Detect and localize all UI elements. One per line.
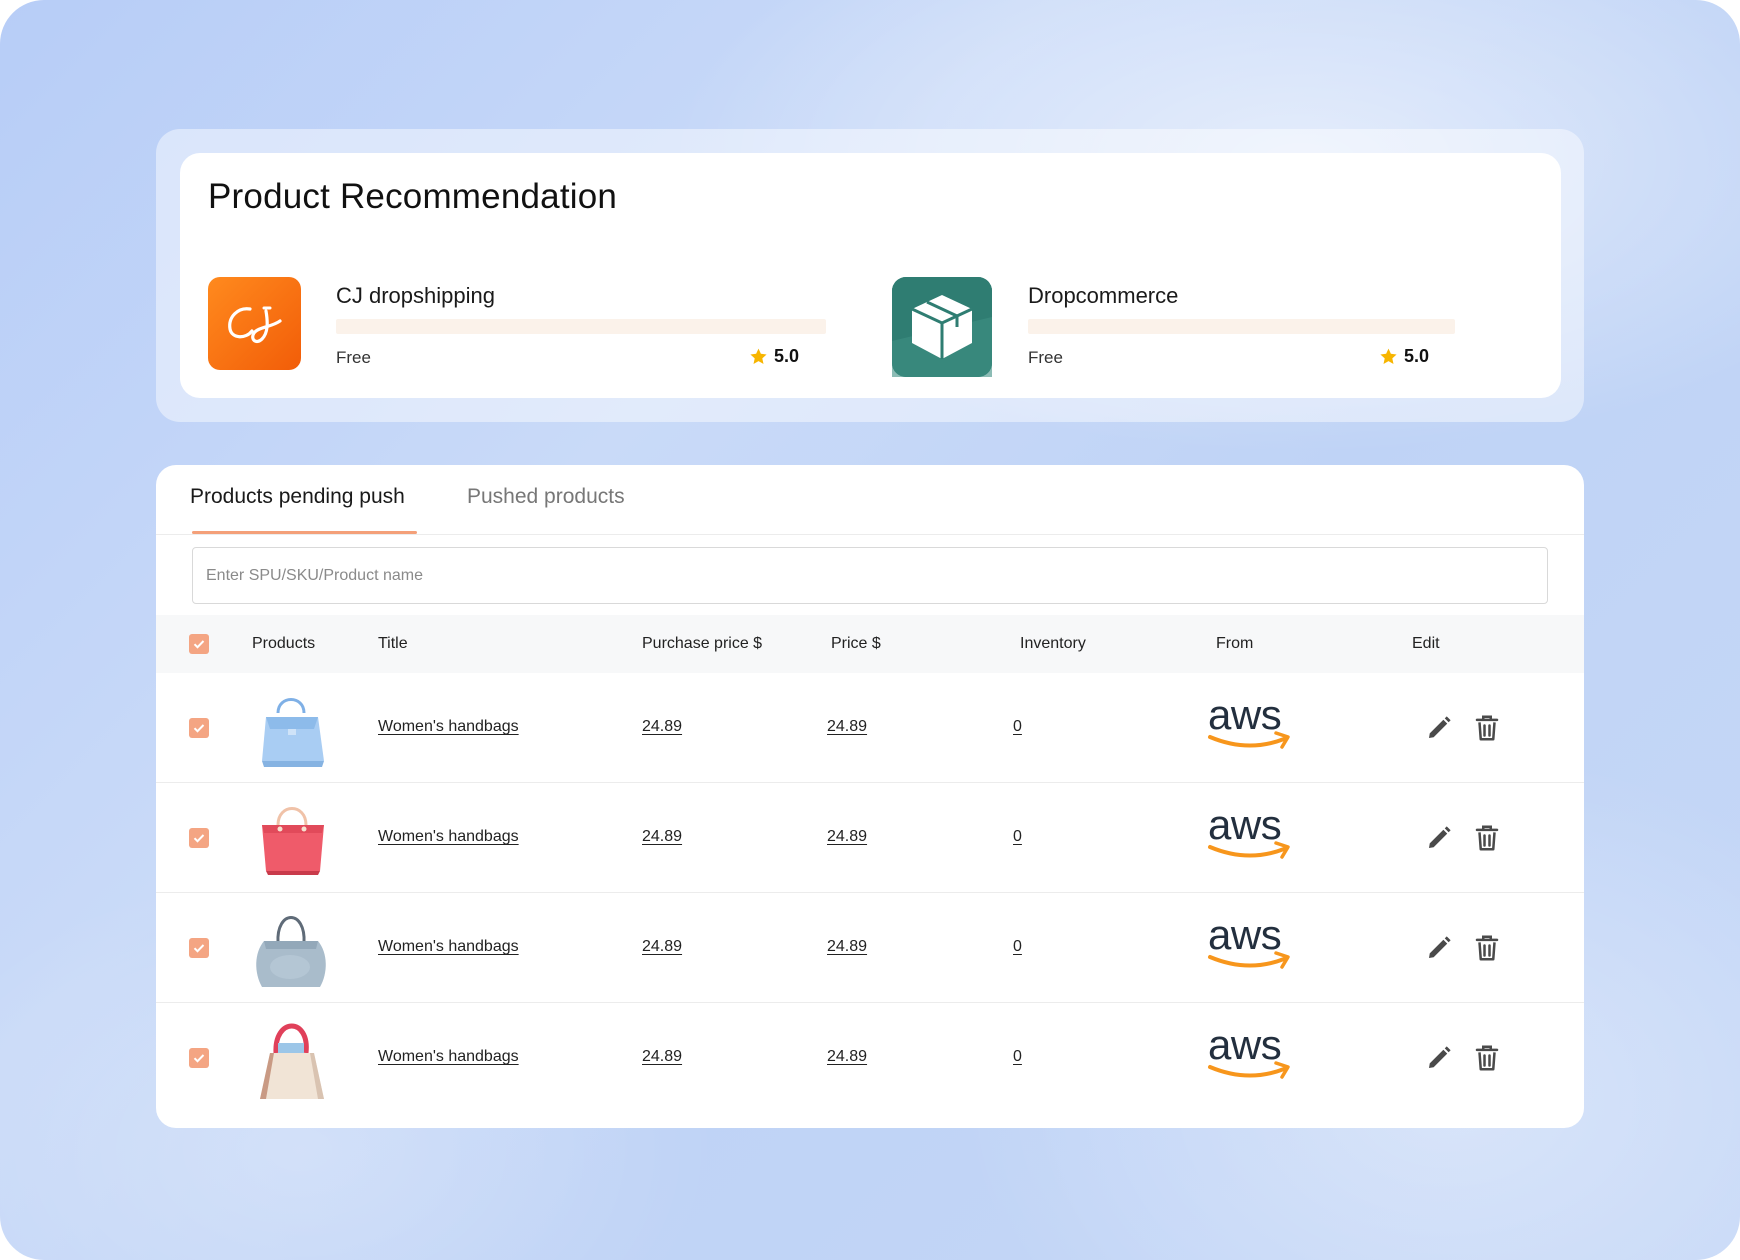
row-checkbox[interactable]: [189, 718, 209, 738]
edit-icon[interactable]: [1424, 1043, 1454, 1073]
purchase-price-value[interactable]: 24.89: [642, 938, 682, 956]
cj-dropshipping-logo: [208, 277, 301, 370]
products-card: Products pending push Pushed products Pr…: [156, 465, 1584, 1128]
column-header-from: From: [1216, 635, 1254, 652]
star-icon: [750, 348, 767, 364]
app-price: Free: [336, 348, 371, 367]
recommendation-card: Product Recommendation CJ dropshipping F…: [180, 153, 1561, 398]
tab-pushed-products[interactable]: Pushed products: [467, 485, 625, 509]
price-value[interactable]: 24.89: [827, 1048, 867, 1066]
column-header-title: Title: [378, 635, 408, 652]
app-rating: 5.0: [749, 346, 799, 367]
delete-icon[interactable]: [1472, 933, 1502, 963]
table-row: Women's handbags 24.89 24.89 0 aws: [156, 1003, 1584, 1113]
aws-logo: aws: [1208, 1025, 1290, 1079]
app-rating-value: 5.0: [774, 346, 800, 366]
star-icon: [1380, 348, 1397, 364]
table-header: Products Title Purchase price $ Price $ …: [156, 615, 1584, 673]
app-progress-bar: [1028, 319, 1455, 334]
column-header-purchase-price: Purchase price $: [642, 635, 763, 652]
check-icon: [193, 834, 205, 843]
check-icon: [193, 944, 205, 953]
inventory-value[interactable]: 0: [1013, 828, 1022, 846]
app-rating-value: 5.0: [1404, 346, 1430, 366]
blue-handbag-image: [262, 698, 324, 767]
price-value[interactable]: 24.89: [827, 718, 867, 736]
inventory-value[interactable]: 0: [1013, 938, 1022, 956]
app-price: Free: [1028, 348, 1063, 367]
aws-logo: aws: [1208, 695, 1290, 749]
edit-icon[interactable]: [1424, 933, 1454, 963]
delete-icon[interactable]: [1472, 1043, 1502, 1073]
tab-products-pending-push[interactable]: Products pending push: [190, 485, 405, 509]
row-checkbox[interactable]: [189, 828, 209, 848]
product-title-link[interactable]: Women's handbags: [378, 718, 519, 736]
edit-icon[interactable]: [1424, 823, 1454, 853]
delete-icon[interactable]: [1472, 713, 1502, 743]
app-card-cj-dropshipping[interactable]: CJ dropshipping Free 5.0: [208, 277, 828, 377]
grey-handbag-image: [256, 916, 326, 987]
app-progress-bar: [336, 319, 826, 334]
column-header-products: Products: [252, 635, 316, 652]
purchase-price-value[interactable]: 24.89: [642, 1048, 682, 1066]
page-title: Product Recommendation: [208, 177, 618, 216]
check-icon: [193, 724, 205, 733]
edit-icon[interactable]: [1424, 713, 1454, 743]
delete-icon[interactable]: [1472, 823, 1502, 853]
red-handbag-image: [262, 807, 324, 875]
column-header-price: Price $: [831, 635, 881, 652]
background: Product Recommendation CJ dropshipping F…: [0, 0, 1740, 1260]
beige-handbag-image: [260, 1023, 324, 1099]
aws-logo: aws: [1208, 915, 1290, 969]
check-icon: [193, 640, 205, 649]
table-row: Women's handbags 24.89 24.89 0 aws: [156, 783, 1584, 893]
price-value[interactable]: 24.89: [827, 828, 867, 846]
aws-logo-text: aws: [1208, 1025, 1281, 1068]
aws-logo-text: aws: [1208, 695, 1281, 738]
app-rating: 5.0: [1379, 346, 1429, 367]
table-row: Women's handbags 24.89 24.89 0 aws: [156, 673, 1584, 783]
product-title-link[interactable]: Women's handbags: [378, 938, 519, 956]
app-name: CJ dropshipping: [336, 283, 495, 308]
active-tab-indicator: [192, 531, 417, 534]
row-checkbox[interactable]: [189, 938, 209, 958]
column-header-edit: Edit: [1412, 635, 1440, 652]
aws-logo-text: aws: [1208, 915, 1281, 958]
purchase-price-value[interactable]: 24.89: [642, 828, 682, 846]
check-icon: [193, 1054, 205, 1063]
app-name: Dropcommerce: [1028, 283, 1179, 308]
aws-logo-text: aws: [1208, 805, 1281, 848]
tab-bar: Products pending push Pushed products: [156, 465, 1584, 535]
search-input[interactable]: [192, 547, 1548, 604]
product-title-link[interactable]: Women's handbags: [378, 828, 519, 846]
purchase-price-value[interactable]: 24.89: [642, 718, 682, 736]
product-title-link[interactable]: Women's handbags: [378, 1048, 519, 1066]
package-icon: [892, 277, 992, 377]
inventory-value[interactable]: 0: [1013, 1048, 1022, 1066]
aws-logo: aws: [1208, 805, 1290, 859]
table-row: Women's handbags 24.89 24.89 0 aws: [156, 893, 1584, 1003]
select-all-checkbox[interactable]: [189, 634, 209, 654]
row-checkbox[interactable]: [189, 1048, 209, 1068]
inventory-value[interactable]: 0: [1013, 718, 1022, 736]
app-card-dropcommerce[interactable]: Dropcommerce Free 5.0: [892, 277, 1512, 377]
price-value[interactable]: 24.89: [827, 938, 867, 956]
column-header-inventory: Inventory: [1020, 635, 1086, 652]
